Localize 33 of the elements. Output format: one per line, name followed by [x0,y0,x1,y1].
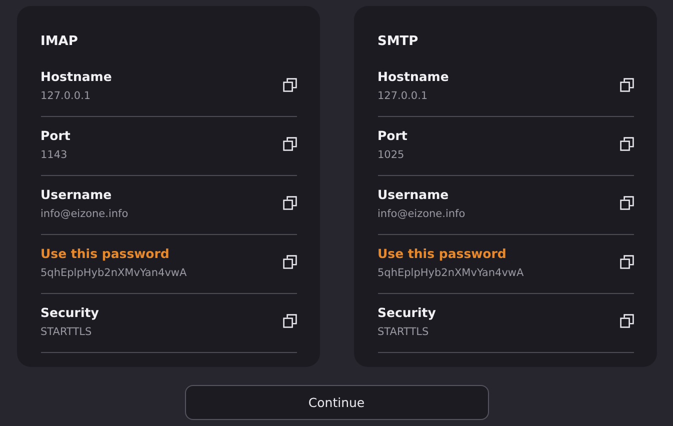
copy-icon[interactable] [620,78,634,92]
panel-title: SMTP [378,34,420,49]
field-label: Port [40,128,70,142]
copy-icon[interactable] [282,255,296,269]
field-value: STARTTLS [40,326,93,338]
field-value: info@eizone.info [40,208,128,220]
field-label: Use this password [40,246,170,260]
field-label: Username [378,186,450,202]
field-label: Use this password [378,246,508,260]
copy-icon[interactable] [282,137,296,151]
field-label: Username [40,186,113,202]
field-label: Hostname [40,68,112,84]
field-label: Port [378,128,408,142]
field-value: 127.0.0.1 [40,90,92,102]
field-label: Security [378,304,436,320]
field-value: info@eizone.info [378,208,466,220]
field-value: 5qhEplpHyb2nXMvYan4vwA [378,266,524,278]
copy-icon[interactable] [282,314,296,328]
field-value: 127.0.0.1 [378,90,429,102]
copy-icon[interactable] [282,78,296,92]
field-value: STARTTLS [378,326,430,338]
field-label: Hostname [378,68,449,84]
field-value: 1025 [378,148,406,160]
continue-button[interactable]: Continue [184,385,488,420]
field-value: 1143 [40,148,68,160]
copy-icon[interactable] [620,137,634,151]
field-label: Security [40,304,99,320]
copy-icon[interactable] [620,255,634,269]
copy-icon[interactable] [620,196,634,210]
copy-icon[interactable] [282,196,296,210]
field-value: 5qhEplpHyb2nXMvYan4vwA [40,266,187,278]
copy-icon[interactable] [620,314,634,328]
panel-title: IMAP [40,34,79,49]
